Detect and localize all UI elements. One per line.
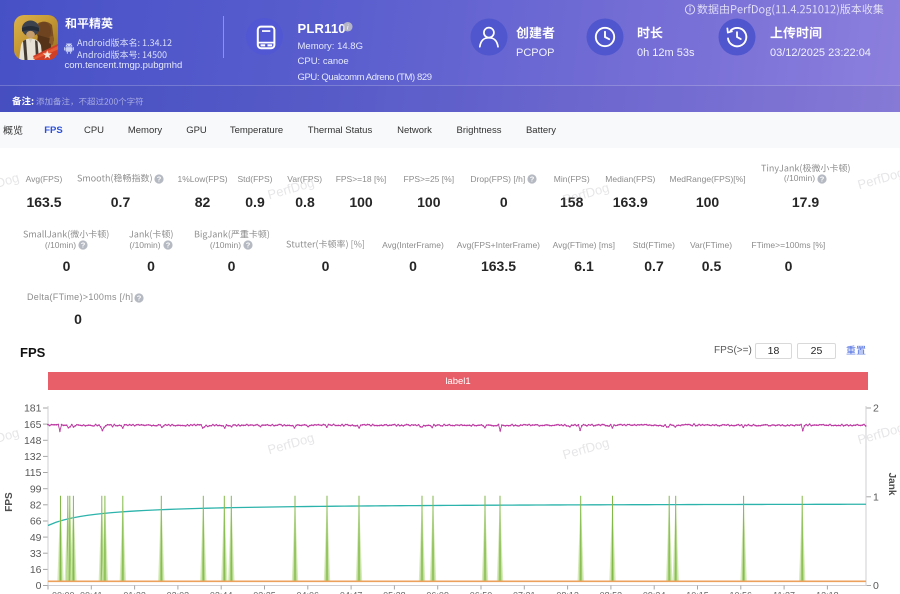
svg-text:10:15: 10:15 (686, 591, 709, 594)
svg-text:00:41: 00:41 (80, 591, 103, 594)
svg-text:?: ? (530, 175, 535, 184)
svg-text:?: ? (246, 240, 251, 249)
svg-text:10:56: 10:56 (730, 591, 753, 594)
svg-text:03:25: 03:25 (253, 591, 276, 594)
svg-text:66: 66 (30, 516, 42, 528)
svg-text:?: ? (165, 240, 170, 249)
svg-text:08:53: 08:53 (600, 591, 623, 594)
svg-text:?: ? (820, 174, 825, 183)
svg-text:115: 115 (25, 467, 42, 479)
svg-text:Jank: Jank (886, 473, 897, 496)
svg-text:02:44: 02:44 (210, 591, 233, 594)
svg-text:06:09: 06:09 (426, 591, 449, 594)
svg-text:165: 165 (24, 419, 42, 431)
svg-text:2: 2 (873, 403, 879, 415)
svg-text:02:03: 02:03 (167, 591, 190, 594)
svg-text:05:28: 05:28 (383, 591, 406, 594)
svg-text:07:31: 07:31 (513, 591, 536, 594)
svg-text:11:37: 11:37 (773, 591, 795, 594)
svg-text:?: ? (81, 240, 86, 249)
svg-text:132: 132 (24, 451, 42, 463)
svg-text:1: 1 (873, 491, 879, 503)
svg-text:82: 82 (30, 500, 42, 512)
svg-text:12:18: 12:18 (816, 591, 839, 594)
svg-text:181: 181 (24, 403, 42, 415)
svg-text:33: 33 (30, 548, 42, 560)
svg-text:0: 0 (36, 580, 42, 592)
svg-text:FPS: FPS (4, 492, 15, 512)
svg-text:06:50: 06:50 (470, 591, 493, 594)
svg-text:0: 0 (873, 580, 879, 592)
svg-text:?: ? (137, 293, 142, 302)
svg-text:04:47: 04:47 (340, 591, 363, 594)
svg-text:49: 49 (30, 532, 42, 544)
svg-text:99: 99 (30, 483, 42, 495)
svg-text:01:23: 01:23 (123, 591, 146, 594)
svg-text:16: 16 (30, 564, 42, 576)
svg-text:09:34: 09:34 (643, 591, 666, 594)
svg-text:00:00: 00:00 (52, 591, 75, 594)
svg-text:148: 148 (24, 435, 42, 447)
svg-text:?: ? (157, 175, 162, 184)
svg-text:04:06: 04:06 (297, 591, 320, 594)
svg-text:08:12: 08:12 (556, 591, 579, 594)
svg-text:i: i (347, 23, 349, 32)
